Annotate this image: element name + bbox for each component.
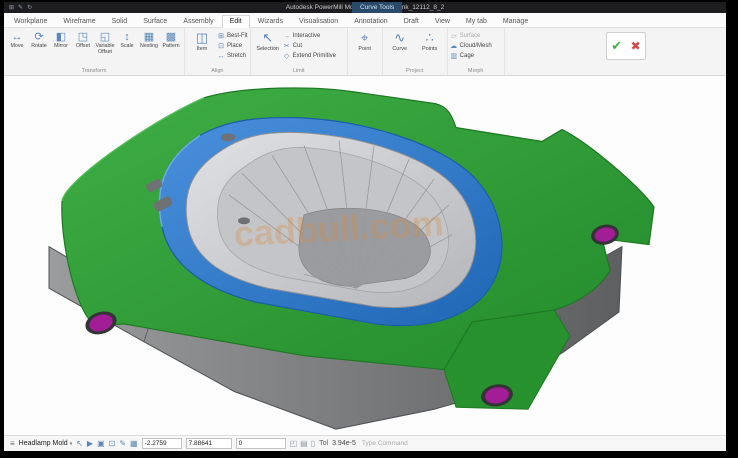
- tolerance-label: Tol: [319, 440, 328, 447]
- coordinate-x-input[interactable]: [142, 438, 182, 449]
- extend-primitive-button[interactable]: ◇Extend Primitive: [283, 51, 345, 61]
- tab-solid[interactable]: Solid: [104, 15, 136, 27]
- move-icon: ↔: [12, 31, 23, 43]
- best-fit-button[interactable]: ⊞Best-Fit: [217, 31, 248, 41]
- nesting-button[interactable]: ▦Nesting: [138, 29, 160, 52]
- morph-surface-icon: ▱: [450, 32, 458, 40]
- lock-icon[interactable]: ⊡: [109, 439, 116, 448]
- ribbon-group-project: ∿Curve∴Points Project: [383, 28, 448, 75]
- coordinate-y-input[interactable]: [186, 438, 232, 449]
- tab-visualisation[interactable]: Visualisation: [291, 15, 346, 27]
- variable-offset-button[interactable]: ◱Variable Offset: [94, 29, 116, 57]
- plane-toggle-icons: ◰▤▯: [290, 439, 316, 448]
- contextual-tab-curve-tools[interactable]: Curve Tools: [352, 2, 402, 13]
- group-label-project: Project: [385, 67, 445, 75]
- place-icon: ⊡: [217, 42, 225, 50]
- rotate-icon: ⟳: [34, 31, 43, 43]
- rotate-button[interactable]: ⟳Rotate: [28, 29, 50, 52]
- status-bar: ≡ Headlamp Mold ▾ ↖ ▶ ▣ ⊡✎ ▦ ◰▤▯ Tol 3.94e-5: [4, 435, 726, 451]
- cancel-button[interactable]: ✖: [631, 39, 641, 53]
- ribbon-group-transform: ↔Move⟳Rotate◧Mirror◳Offset◱Variable Offs…: [4, 28, 185, 75]
- confirm-panel: ✔ ✖: [606, 32, 646, 60]
- project-curve-icon: ∿: [394, 31, 405, 45]
- cut-icon: ✂: [283, 42, 291, 50]
- status-tool-icons: ↖ ▶ ▣ ⊡✎ ▦: [76, 439, 137, 448]
- model-selector-dropdown[interactable]: Headlamp Mold ▾: [19, 440, 73, 447]
- mirror-button[interactable]: ◧Mirror: [50, 29, 72, 52]
- project-points-button[interactable]: ∴Points: [415, 29, 445, 54]
- stretch-icon: ↔: [217, 53, 225, 60]
- group-label-align: Align: [187, 67, 248, 75]
- ribbon-tab-row: WorkplaneWireframeSolidSurfaceAssemblyEd…: [4, 13, 726, 28]
- select-arrow-icon[interactable]: ▶: [87, 439, 93, 448]
- pointer-icon[interactable]: ↖: [76, 439, 83, 448]
- ribbon-group-point: ⌖ Point: [348, 28, 383, 75]
- nesting-icon: ▦: [144, 31, 154, 43]
- interactive-button[interactable]: →Interactive: [283, 31, 345, 41]
- morph-cloud-mesh-button[interactable]: ☁Cloud/Mesh: [450, 41, 502, 51]
- application-window: ⊞✎↻ Autodesk PowerMill Modeling 2020 - b…: [4, 2, 726, 451]
- cut-button[interactable]: ✂Cut: [283, 41, 345, 51]
- coordinate-z-input[interactable]: [236, 438, 286, 449]
- ribbon-group-limit: ↖ Selection →Interactive✂Cut◇Extend Prim…: [251, 28, 348, 75]
- limit-selection-icon: ↖: [262, 31, 273, 45]
- tab-edit[interactable]: Edit: [222, 15, 250, 28]
- project-curve-button[interactable]: ∿Curve: [385, 29, 415, 54]
- ribbon-group-morph: ▱Surface☁Cloud/Mesh▥Cage Morph: [448, 28, 505, 75]
- mold-model: cadbull.com: [4, 76, 726, 435]
- group-label-transform: Transform: [6, 67, 182, 75]
- mirror-icon: ◧: [56, 31, 66, 43]
- command-input[interactable]: [360, 438, 720, 450]
- pattern-icon: ▩: [166, 31, 176, 43]
- best-fit-icon: ⊞: [217, 32, 225, 40]
- morph-surface-button: ▱Surface: [450, 31, 502, 41]
- point-button[interactable]: ⌖ Point: [350, 29, 380, 54]
- move-button[interactable]: ↔Move: [6, 29, 28, 52]
- tab-annotation[interactable]: Annotation: [346, 15, 395, 27]
- group-label-limit: Limit: [253, 67, 345, 75]
- 3d-viewport[interactable]: cadbull.com: [4, 76, 726, 435]
- tab-wireframe[interactable]: Wireframe: [55, 15, 103, 27]
- tab-assembly[interactable]: Assembly: [175, 15, 221, 27]
- variable-offset-icon: ◱: [100, 31, 110, 43]
- ribbon-group-align: ◫ Item ⊞Best-Fit⊡Place↔Stretch Align: [185, 28, 251, 75]
- project-points-icon: ∴: [426, 31, 434, 45]
- tab-view[interactable]: View: [427, 15, 458, 27]
- scale-icon: ↕: [124, 31, 130, 43]
- grid-icon[interactable]: ▦: [130, 439, 138, 448]
- ribbon: ↔Move⟳Rotate◧Mirror◳Offset◱Variable Offs…: [4, 28, 726, 76]
- align-item-icon: ◫: [196, 31, 208, 45]
- offset-icon: ◳: [78, 31, 88, 43]
- point-icon: ⌖: [361, 31, 368, 45]
- plane-yz-icon[interactable]: ▤: [300, 439, 308, 448]
- status-menu-icon[interactable]: ≡: [10, 439, 15, 448]
- morph-cloud-mesh-icon: ☁: [450, 42, 458, 50]
- title-bar: ⊞✎↻ Autodesk PowerMill Modeling 2020 - b…: [4, 2, 726, 13]
- group-label-morph: Morph: [450, 67, 502, 75]
- place-button[interactable]: ⊡Place: [217, 41, 248, 51]
- scale-button[interactable]: ↕Scale: [116, 29, 138, 52]
- edit-icon[interactable]: ✎: [119, 439, 126, 448]
- align-item-button[interactable]: ◫ Item: [187, 29, 217, 54]
- limit-selection-button[interactable]: ↖ Selection: [253, 29, 283, 54]
- pattern-button[interactable]: ▩Pattern: [160, 29, 182, 52]
- offset-button[interactable]: ◳Offset: [72, 29, 94, 52]
- stretch-button[interactable]: ↔Stretch: [217, 51, 248, 61]
- extend-primitive-icon: ◇: [283, 52, 291, 60]
- plane-xy-icon[interactable]: ◰: [290, 439, 298, 448]
- tab-workplane[interactable]: Workplane: [6, 15, 55, 27]
- morph-cage-icon: ▥: [450, 52, 458, 60]
- interactive-icon: →: [283, 33, 291, 40]
- tab-surface[interactable]: Surface: [135, 15, 175, 27]
- morph-cage-button[interactable]: ▥Cage: [450, 51, 502, 61]
- tab-my-tab[interactable]: My tab: [458, 15, 495, 27]
- tab-manage[interactable]: Manage: [495, 15, 536, 27]
- tolerance-value: 3.94e-5: [332, 440, 356, 447]
- tab-draft[interactable]: Draft: [396, 15, 427, 27]
- selection-mode-icon[interactable]: ▣: [97, 439, 105, 448]
- tab-wizards[interactable]: Wizards: [250, 15, 291, 27]
- accept-button[interactable]: ✔: [611, 38, 622, 54]
- chevron-down-icon: ▾: [70, 441, 73, 447]
- plane-zx-icon[interactable]: ▯: [311, 439, 315, 448]
